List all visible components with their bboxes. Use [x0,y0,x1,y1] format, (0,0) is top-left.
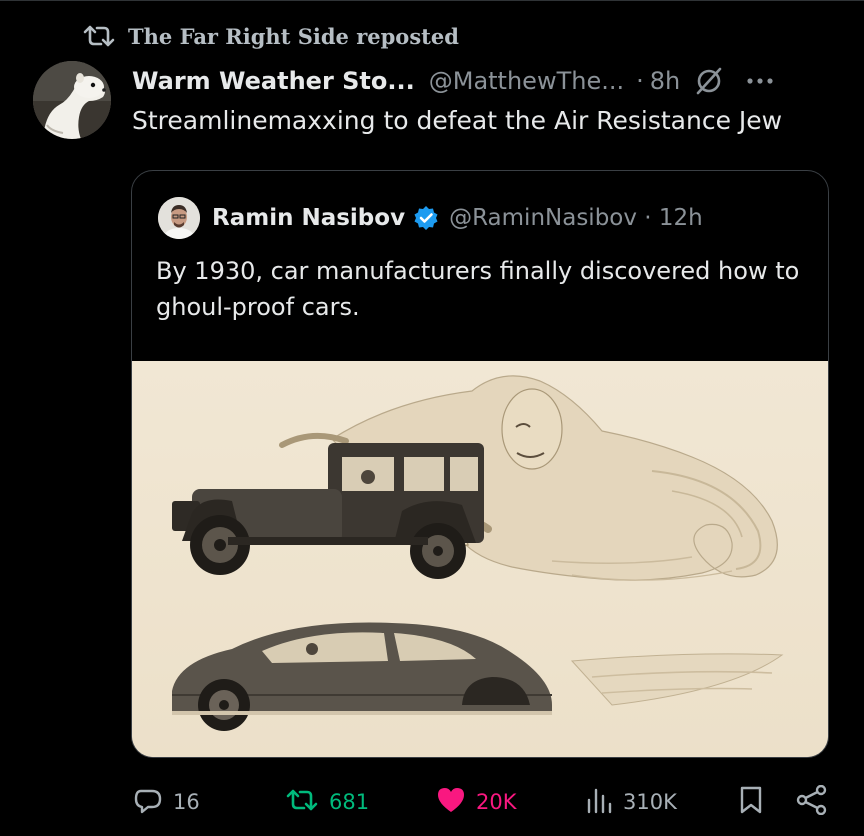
ban-icon [694,66,724,96]
author-handle[interactable]: @MatthewThe... [429,67,624,95]
share-button[interactable] [796,780,828,824]
views-count: 310K [623,790,677,814]
retweet-icon [285,788,319,817]
like-count: 20K [476,790,517,814]
quote-author-name[interactable]: Ramin Nasibov [212,205,405,231]
like-button[interactable]: 20K [436,780,517,824]
post-header: Warm Weather Sto... @MatthewThe... · 8h [132,60,774,102]
repost-banner[interactable]: The Far Right Side reposted [82,20,459,52]
repost-count: 681 [329,790,370,814]
repost-label: The Far Right Side reposted [128,23,459,49]
bookmark-icon [738,785,764,820]
reply-icon [133,785,163,820]
bookmark-button[interactable] [738,780,764,824]
views-icon [585,786,613,819]
verified-badge-icon [413,205,439,231]
post-time[interactable]: 8h [650,67,680,95]
action-bar: 16 681 20K 310K [0,780,864,824]
quote-card[interactable]: Ramin Nasibov @RaminNasibov · 12h By 193… [131,170,829,758]
quote-illustration[interactable] [132,361,828,757]
reply-button[interactable]: 16 [133,780,200,824]
more-icon[interactable] [746,77,774,85]
retweet-icon [82,25,116,47]
heart-icon [436,786,466,819]
post-text: Streamlinemaxxing to defeat the Air Resi… [132,106,783,135]
quote-handle-time[interactable]: @RaminNasibov · 12h [449,205,703,231]
reply-count: 16 [173,790,200,814]
top-divider [0,0,864,1]
avatar[interactable] [33,61,111,139]
separator-dot: · [636,67,644,95]
quote-avatar[interactable] [158,197,200,239]
quote-header: Ramin Nasibov @RaminNasibov · 12h [212,197,703,239]
quote-text: By 1930, car manufacturers finally disco… [156,257,800,321]
views-button[interactable]: 310K [585,780,677,824]
repost-button[interactable]: 681 [285,780,369,824]
share-icon [796,784,828,820]
author-name[interactable]: Warm Weather Sto... [132,67,415,95]
